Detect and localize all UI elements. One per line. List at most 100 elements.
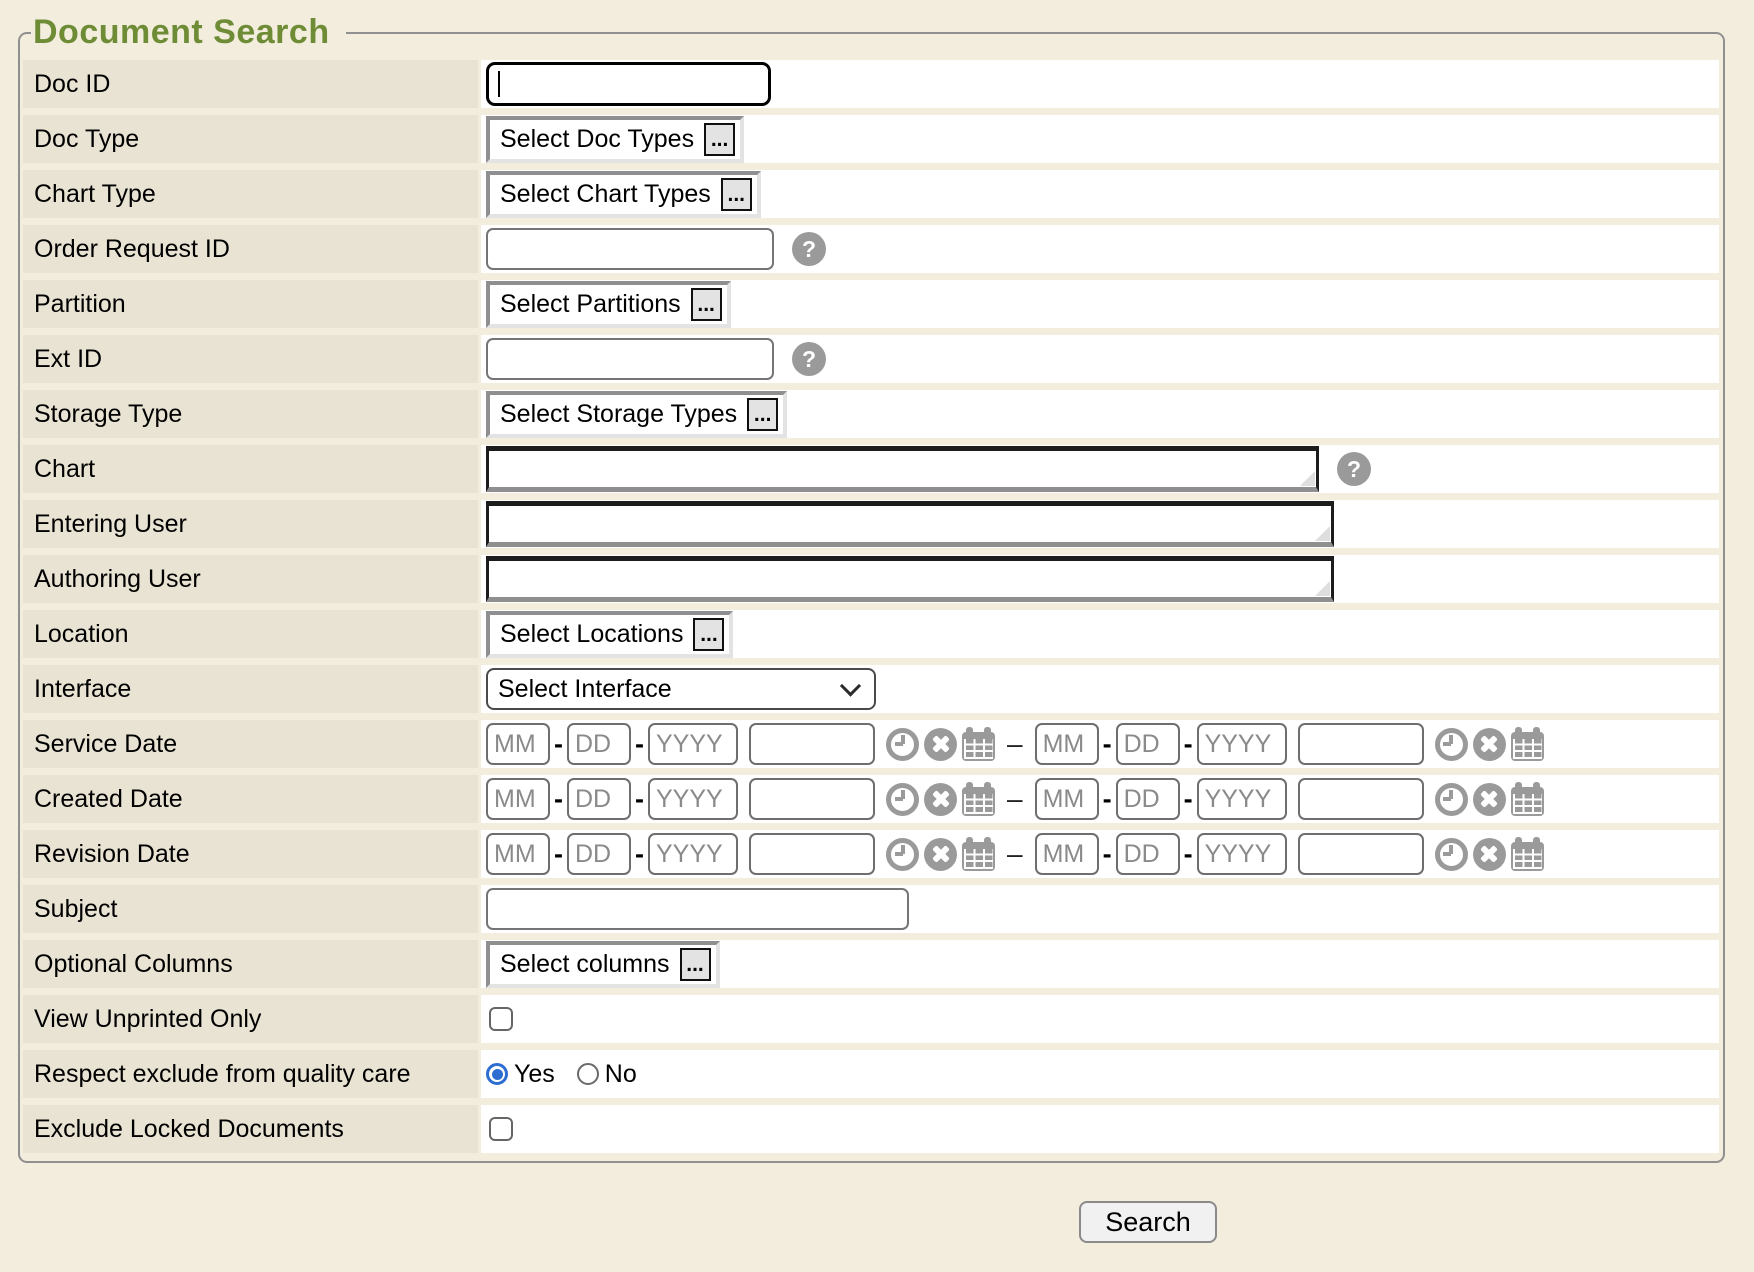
clear-date-icon[interactable] (924, 783, 957, 816)
row-entering-user: Entering User (23, 500, 1719, 548)
revision-date-from-day-input[interactable] (567, 833, 631, 875)
clear-date-icon[interactable] (1473, 783, 1506, 816)
optional-columns-picker[interactable]: Select columns ... (486, 941, 720, 988)
service-date-from-day-input[interactable] (567, 723, 631, 765)
row-order-request-id: Order Request ID ? (23, 225, 1719, 273)
partition-picker[interactable]: Select Partitions ... (486, 281, 731, 328)
service-date-from-month-input[interactable] (486, 723, 550, 765)
revision-date-to-year-input[interactable] (1197, 833, 1287, 875)
doc-type-picker[interactable]: Select Doc Types ... (486, 116, 744, 163)
clear-date-icon[interactable] (924, 728, 957, 761)
revision-date-to-group: - - (1035, 833, 1544, 875)
help-icon[interactable]: ? (792, 232, 826, 266)
service-date-to-year-input[interactable] (1197, 723, 1287, 765)
revision-date-from-time-input[interactable] (749, 833, 875, 875)
row-respect-exclude: Respect exclude from quality care Yes No (23, 1050, 1719, 1098)
created-date-from-day-input[interactable] (567, 778, 631, 820)
revision-date-from-year-input[interactable] (648, 833, 738, 875)
help-icon[interactable]: ? (792, 342, 826, 376)
form-footer: Search (0, 1201, 1754, 1243)
row-subject: Subject (23, 885, 1719, 933)
date-separator: - (1184, 729, 1193, 760)
doc-type-picker-text: Select Doc Types (500, 125, 694, 154)
optional-columns-cell: Select columns ... (481, 940, 1719, 988)
respect-exclude-cell: Yes No (481, 1050, 1719, 1098)
date-range-separator: – (1007, 783, 1023, 815)
partition-picker-text: Select Partitions (500, 290, 681, 319)
created-date-from-time-input[interactable] (749, 778, 875, 820)
respect-exclude-yes-radio[interactable] (486, 1063, 508, 1085)
clock-icon[interactable] (886, 728, 919, 761)
doc-type-more-button[interactable]: ... (704, 123, 735, 156)
created-date-to-day-input[interactable] (1116, 778, 1180, 820)
calendar-grid (1513, 739, 1542, 759)
clock-icon[interactable] (886, 783, 919, 816)
optional-columns-more-button[interactable]: ... (680, 948, 711, 981)
clock-icon[interactable] (1435, 783, 1468, 816)
order-request-id-input[interactable] (486, 228, 774, 270)
partition-more-button[interactable]: ... (691, 288, 722, 321)
clear-date-icon[interactable] (924, 838, 957, 871)
clock-icon[interactable] (886, 838, 919, 871)
created-date-from-month-input[interactable] (486, 778, 550, 820)
row-service-date: Service Date - - – - (23, 720, 1719, 768)
service-date-to-month-input[interactable] (1035, 723, 1099, 765)
revision-date-to-time-input[interactable] (1298, 833, 1424, 875)
doc-id-input[interactable] (486, 62, 771, 106)
clock-icon[interactable] (1435, 838, 1468, 871)
service-date-to-day-input[interactable] (1116, 723, 1180, 765)
revision-date-from-month-input[interactable] (486, 833, 550, 875)
revision-date-cell: - - – - - (481, 830, 1719, 878)
entering-user-input-wrap (486, 501, 1334, 547)
location-picker[interactable]: Select Locations ... (486, 611, 733, 658)
service-date-from-year-input[interactable] (648, 723, 738, 765)
created-date-from-year-input[interactable] (648, 778, 738, 820)
clear-date-icon[interactable] (1473, 838, 1506, 871)
revision-date-to-day-input[interactable] (1116, 833, 1180, 875)
calendar-icon[interactable] (1511, 787, 1544, 816)
date-separator: - (554, 729, 563, 760)
clock-icon[interactable] (1435, 728, 1468, 761)
view-unprinted-checkbox[interactable] (489, 1007, 513, 1031)
subject-input[interactable] (486, 888, 909, 930)
help-icon[interactable]: ? (1337, 452, 1371, 486)
storage-type-more-button[interactable]: ... (747, 398, 778, 431)
authoring-user-input[interactable] (486, 556, 1334, 602)
clear-date-icon[interactable] (1473, 728, 1506, 761)
storage-type-picker[interactable]: Select Storage Types ... (486, 391, 787, 438)
calendar-grid (1513, 794, 1542, 814)
chart-input[interactable] (486, 446, 1319, 492)
optional-columns-label: Optional Columns (23, 940, 478, 988)
revision-date-label: Revision Date (23, 830, 478, 878)
calendar-icon[interactable] (962, 732, 995, 761)
date-separator: - (635, 729, 644, 760)
exclude-locked-label: Exclude Locked Documents (23, 1105, 478, 1153)
service-date-to-time-input[interactable] (1298, 723, 1424, 765)
date-separator: - (1184, 784, 1193, 815)
chart-cell: ? (481, 445, 1719, 493)
service-date-from-time-input[interactable] (749, 723, 875, 765)
row-created-date: Created Date - - – - (23, 775, 1719, 823)
location-more-button[interactable]: ... (693, 618, 724, 651)
order-request-id-cell: ? (481, 225, 1719, 273)
interface-cell: Select Interface (481, 665, 1719, 713)
created-date-to-year-input[interactable] (1197, 778, 1287, 820)
exclude-locked-checkbox[interactable] (489, 1117, 513, 1141)
ext-id-input[interactable] (486, 338, 774, 380)
calendar-icon[interactable] (962, 787, 995, 816)
revision-date-to-month-input[interactable] (1035, 833, 1099, 875)
calendar-icon[interactable] (1511, 732, 1544, 761)
chart-type-more-button[interactable]: ... (721, 178, 752, 211)
entering-user-input[interactable] (486, 501, 1334, 547)
authoring-user-label: Authoring User (23, 555, 478, 603)
created-date-to-month-input[interactable] (1035, 778, 1099, 820)
calendar-icon[interactable] (962, 842, 995, 871)
created-date-to-time-input[interactable] (1298, 778, 1424, 820)
respect-exclude-no-radio[interactable] (577, 1063, 599, 1085)
chart-type-picker[interactable]: Select Chart Types ... (486, 171, 761, 218)
chart-label: Chart (23, 445, 478, 493)
document-search-page: Document Search Doc ID Doc Type Select D… (0, 13, 1754, 1243)
interface-select[interactable]: Select Interface (486, 668, 876, 710)
search-button[interactable]: Search (1079, 1201, 1217, 1243)
calendar-icon[interactable] (1511, 842, 1544, 871)
